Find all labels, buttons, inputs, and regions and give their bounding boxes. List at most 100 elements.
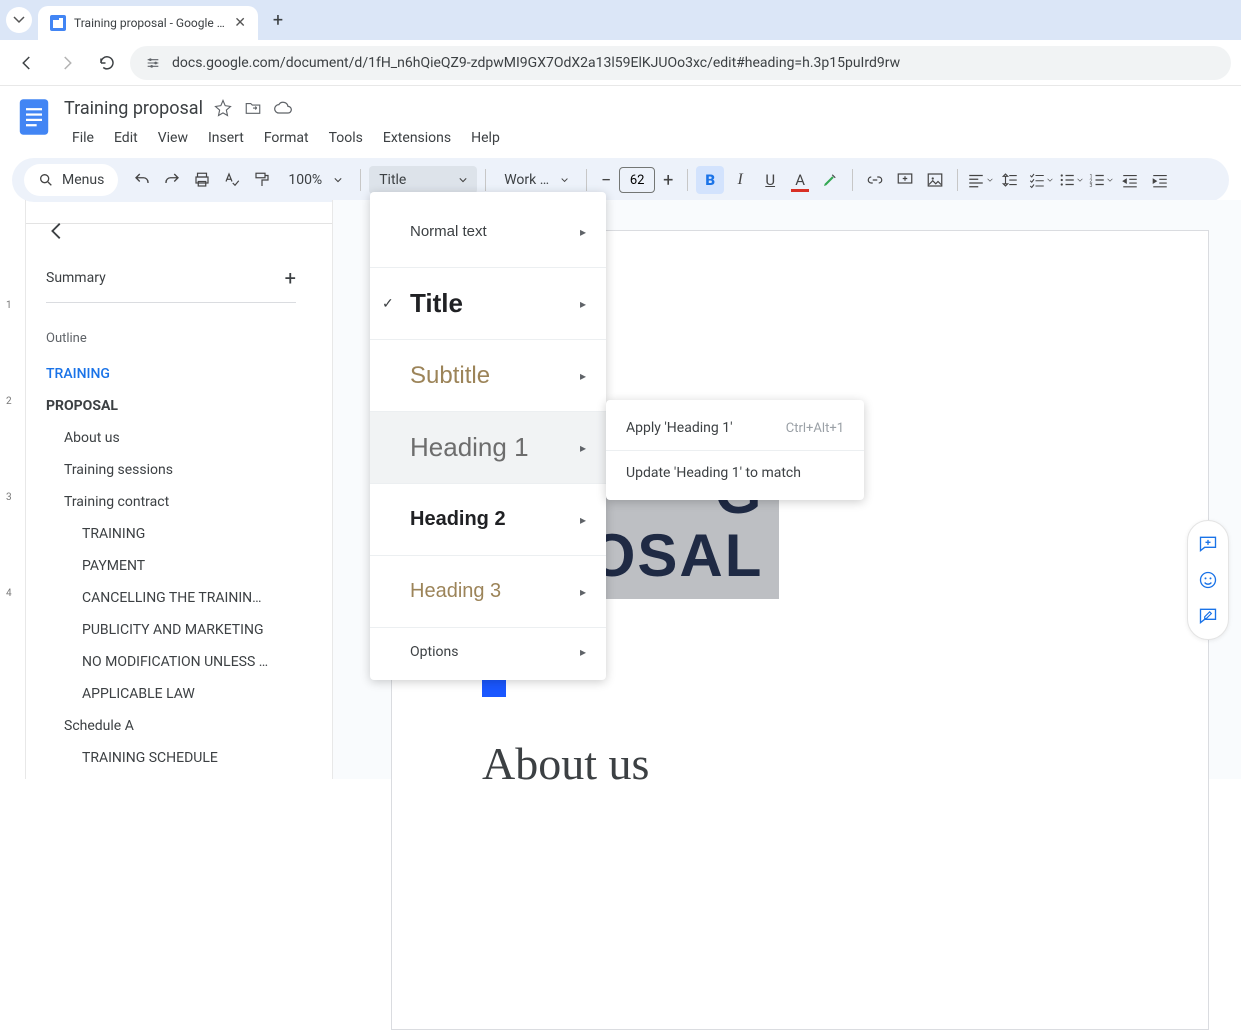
section-heading[interactable]: About us	[482, 737, 1118, 790]
outline-item[interactable]: Schedule A	[46, 710, 312, 742]
outline-close-button[interactable]	[46, 220, 68, 242]
update-heading1-item[interactable]: Update 'Heading 1' to match	[606, 450, 864, 494]
checklist-button[interactable]	[1026, 166, 1054, 194]
spellcheck-icon	[223, 171, 241, 189]
search-icon	[38, 172, 54, 188]
outline-item[interactable]: PROPOSAL	[46, 390, 312, 422]
chevron-down-icon	[13, 14, 25, 26]
paint-format-button[interactable]	[248, 166, 276, 194]
zoom-combo[interactable]: 100%	[278, 166, 352, 194]
site-settings-icon[interactable]	[144, 54, 162, 72]
outline-item[interactable]: NO MODIFICATION UNLESS …	[46, 646, 312, 678]
menu-file[interactable]: File	[64, 126, 102, 150]
menu-view[interactable]: View	[150, 126, 196, 150]
text-color-button[interactable]: A	[786, 166, 814, 194]
highlighter-icon	[821, 171, 839, 189]
style-option-title[interactable]: ✓Title▸	[370, 268, 606, 340]
separator	[852, 169, 853, 191]
bulleted-list-button[interactable]	[1056, 166, 1084, 194]
tab-search-button[interactable]	[6, 7, 32, 33]
italic-button[interactable]: I	[726, 166, 754, 194]
chevron-down-icon	[334, 176, 342, 184]
outline-item[interactable]: PAYMENT	[46, 550, 312, 582]
style-label: Heading 2	[410, 508, 506, 531]
chevron-right-icon: ▸	[580, 441, 586, 455]
arrow-left-icon	[46, 220, 68, 242]
outline-item[interactable]: TRAINING SCHEDULE	[46, 742, 312, 774]
style-option-heading-2[interactable]: Heading 2▸	[370, 484, 606, 556]
image-icon	[926, 171, 944, 189]
docs-home-button[interactable]	[16, 94, 52, 140]
add-comment-floating[interactable]	[1191, 527, 1225, 561]
print-button[interactable]	[188, 166, 216, 194]
style-option-heading-3[interactable]: Heading 3▸	[370, 556, 606, 628]
underline-button[interactable]: U	[756, 166, 784, 194]
menu-extensions[interactable]: Extensions	[375, 126, 459, 150]
outline-item[interactable]: Training contract	[46, 486, 312, 518]
search-menus-button[interactable]: Menus	[24, 164, 118, 196]
arrow-right-icon	[58, 54, 76, 72]
font-size-decrease[interactable]: −	[595, 170, 617, 191]
insert-comment-button[interactable]	[891, 166, 919, 194]
nav-forward-button[interactable]	[50, 46, 84, 80]
highlight-button[interactable]	[816, 166, 844, 194]
font-combo[interactable]: Work …	[494, 166, 578, 194]
apply-label: Apply 'Heading 1'	[626, 420, 733, 436]
browser-tab[interactable]: Training proposal - Google Doc ✕	[38, 6, 258, 40]
style-option-subtitle[interactable]: Subtitle▸	[370, 340, 606, 412]
menu-help[interactable]: Help	[463, 126, 508, 150]
italic-icon: I	[738, 171, 743, 189]
heading1-submenu: Apply 'Heading 1' Ctrl+Alt+1 Update 'Hea…	[606, 400, 864, 500]
suggest-edits-floating[interactable]	[1191, 599, 1225, 633]
font-size-input[interactable]: 62	[619, 167, 655, 193]
bold-button[interactable]: B	[696, 166, 724, 194]
font-size-increase[interactable]: +	[657, 170, 679, 191]
menu-edit[interactable]: Edit	[106, 126, 146, 150]
outline-item[interactable]: CANCELLING THE TRAININ…	[46, 582, 312, 614]
align-button[interactable]	[966, 166, 994, 194]
outline-heading-label: Outline	[46, 331, 312, 346]
style-option-heading-1[interactable]: Heading 1▸	[370, 412, 606, 484]
menu-tools[interactable]: Tools	[321, 126, 371, 150]
docs-logo-icon	[18, 97, 50, 137]
numbered-list-button[interactable]: 123	[1086, 166, 1114, 194]
redo-button[interactable]	[158, 166, 186, 194]
move-button[interactable]	[243, 98, 263, 118]
insert-image-button[interactable]	[921, 166, 949, 194]
tab-title: Training proposal - Google Doc	[74, 16, 226, 30]
url-field[interactable]: docs.google.com/document/d/1fH_n6hQieQZ9…	[130, 46, 1231, 80]
outline-item[interactable]: APPLICABLE LAW	[46, 678, 312, 710]
bold-icon: B	[705, 171, 715, 189]
line-spacing-button[interactable]	[996, 166, 1024, 194]
spellcheck-button[interactable]	[218, 166, 246, 194]
vertical-ruler[interactable]: 1 2 3 4	[0, 200, 26, 779]
menu-insert[interactable]: Insert	[200, 126, 252, 150]
indent-icon	[1151, 171, 1169, 189]
add-summary-button[interactable]: +	[285, 266, 296, 290]
cloud-status-button[interactable]	[273, 98, 293, 118]
decrease-indent-button[interactable]	[1116, 166, 1144, 194]
increase-indent-button[interactable]	[1146, 166, 1174, 194]
style-options[interactable]: Options▸	[370, 628, 606, 676]
summary-label: Summary	[46, 270, 106, 286]
outline-item[interactable]: TRAINING	[46, 358, 312, 390]
nav-back-button[interactable]	[10, 46, 44, 80]
tab-close-button[interactable]: ✕	[234, 15, 246, 31]
outline-item[interactable]: About us	[46, 422, 312, 454]
styles-combo[interactable]: Title	[369, 166, 477, 194]
nav-reload-button[interactable]	[90, 46, 124, 80]
outline-item[interactable]: TRAINING	[46, 518, 312, 550]
undo-button[interactable]	[128, 166, 156, 194]
outline-item[interactable]: Training sessions	[46, 454, 312, 486]
new-tab-button[interactable]: +	[264, 6, 292, 34]
add-emoji-floating[interactable]	[1191, 563, 1225, 597]
style-option-normal-text[interactable]: Normal text▸	[370, 196, 606, 268]
insert-link-button[interactable]	[861, 166, 889, 194]
star-button[interactable]	[213, 98, 233, 118]
outdent-icon	[1121, 171, 1139, 189]
outline-item[interactable]: PUBLICITY AND MARKETING	[46, 614, 312, 646]
apply-heading1-item[interactable]: Apply 'Heading 1' Ctrl+Alt+1	[606, 406, 864, 450]
menu-format[interactable]: Format	[256, 126, 317, 150]
document-title[interactable]: Training proposal	[64, 98, 203, 119]
style-label: Subtitle	[410, 362, 490, 390]
